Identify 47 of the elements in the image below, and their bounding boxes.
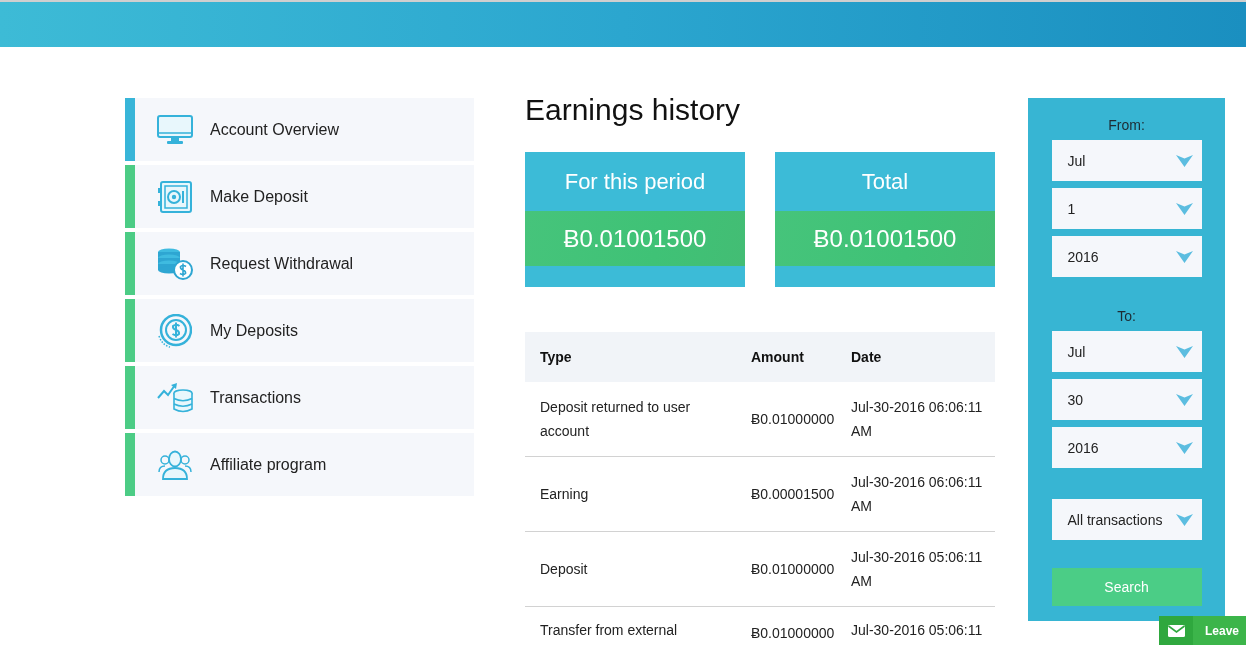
caret-icon (1175, 250, 1193, 263)
month-dropdown[interactable]: Jul (1051, 331, 1202, 372)
table-cell: Transfer from external (525, 606, 751, 645)
caret-icon (1175, 345, 1193, 358)
people-icon (158, 449, 192, 480)
table-cell: Jul-30-2016 05:06:11 (851, 606, 995, 645)
table-cell: Deposit returned to user account (525, 382, 751, 457)
caret-icon (1175, 441, 1193, 454)
day-dropdown[interactable]: 1 (1051, 188, 1202, 229)
column-header: Amount (751, 332, 851, 382)
year-dropdown[interactable]: 2016 (1051, 236, 1202, 277)
card-amount: Ƀ0.01001500 (775, 211, 995, 266)
caret-icon (1175, 202, 1193, 215)
sidebar-item[interactable]: Request Withdrawal (125, 232, 474, 295)
table-cell: Earning (525, 456, 751, 532)
table-cell: Jul-30-2016 06:06:11 AM (851, 382, 995, 457)
filter-label: From: (1108, 116, 1145, 135)
sidebar-item[interactable]: Transactions (125, 366, 474, 429)
filter-label: To: (1117, 307, 1136, 326)
coins-dollar-icon (157, 247, 193, 280)
caret-icon (1175, 393, 1193, 406)
day-dropdown[interactable]: 30 (1051, 379, 1202, 420)
table-cell: Ƀ0.00001500 (751, 456, 851, 532)
table-cell: Ƀ0.01000000 (751, 382, 851, 457)
table-cell: Ƀ0.01000000 (751, 606, 851, 645)
table-cell: Jul-30-2016 06:06:11 AM (851, 456, 995, 532)
month-dropdown[interactable]: Jul (1051, 140, 1202, 181)
sidebar-item[interactable]: My Deposits (125, 299, 474, 362)
monitor-icon (157, 115, 193, 144)
caret-icon (1175, 513, 1193, 526)
sidebar-item[interactable]: Account Overview (125, 98, 474, 161)
table-cell: Jul-30-2016 05:06:11 AM (851, 531, 995, 607)
card-title: For this period (563, 168, 707, 196)
caret-icon (1175, 154, 1193, 167)
year-dropdown[interactable]: 2016 (1051, 427, 1202, 468)
table-cell: Deposit (525, 531, 751, 607)
card-amount: Ƀ0.01001500 (525, 211, 745, 266)
column-header: Date (851, 332, 995, 382)
type-dropdown[interactable]: All transactions (1051, 499, 1202, 540)
page-title: Earnings history (525, 92, 741, 128)
column-header: Type (525, 332, 751, 382)
trend-coins-icon (157, 382, 193, 413)
safe-icon (158, 180, 192, 213)
sidebar-item[interactable]: Affiliate program (125, 433, 474, 496)
card-title: Total (860, 168, 910, 196)
table-cell: Ƀ0.01000000 (751, 531, 851, 607)
sidebar-item[interactable]: Make Deposit (125, 165, 474, 228)
